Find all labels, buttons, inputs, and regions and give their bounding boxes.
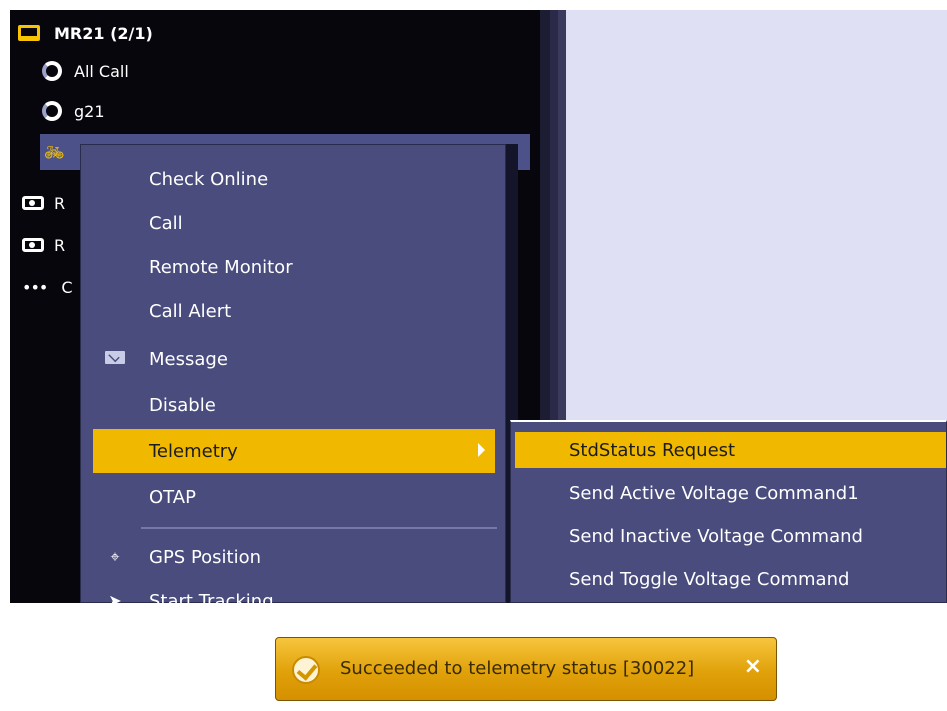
bicycle-icon: 🚲︎ xyxy=(44,142,65,162)
menu-item-label: Call xyxy=(149,212,183,234)
crosshair-icon: ⌖ xyxy=(110,547,120,566)
close-icon[interactable]: × xyxy=(744,654,762,679)
content-pane xyxy=(566,10,947,420)
menu-item-call[interactable]: Call xyxy=(81,201,505,245)
submenu-item-label: Send Active Voltage Command1 xyxy=(569,482,859,504)
menu-item-call-alert[interactable]: Call Alert xyxy=(81,289,505,333)
more-dots-icon: ••• xyxy=(22,277,48,297)
menu-item-otap[interactable]: OTAP xyxy=(81,475,505,519)
envelope-icon xyxy=(105,349,125,369)
talkgroup-icon xyxy=(42,101,62,121)
tree-device-mr21[interactable]: MR21 (2/1) xyxy=(18,18,153,48)
menu-item-start-tracking[interactable]: ➤ Start Tracking xyxy=(81,579,505,604)
submenu-item-send-inactive-voltage[interactable]: Send Inactive Voltage Command xyxy=(511,518,946,554)
context-menu: Check Online Call Remote Monitor Call Al… xyxy=(80,144,506,603)
tree-item-all-call[interactable]: All Call xyxy=(42,56,129,86)
tree-item-radio-1[interactable]: R xyxy=(22,188,65,218)
menu-item-label: Check Online xyxy=(149,168,269,190)
tree-device-label: MR21 (2/1) xyxy=(54,23,153,43)
menu-separator xyxy=(141,527,497,529)
tree-item-label: C xyxy=(61,277,73,297)
submenu-item-label: StdStatus Request xyxy=(569,439,736,461)
talkgroup-icon xyxy=(42,61,62,81)
radio-icon xyxy=(22,196,44,210)
laptop-icon xyxy=(18,25,40,41)
menu-item-gps-position[interactable]: ⌖ GPS Position xyxy=(81,535,505,579)
success-toast: Succeeded to telemetry status [30022] × xyxy=(275,637,777,701)
submenu-item-send-toggle-voltage[interactable]: Send Toggle Voltage Command xyxy=(511,561,946,597)
menu-item-check-online[interactable]: Check Online xyxy=(81,157,505,201)
arrow-icon: ➤ xyxy=(108,591,122,603)
menu-item-disable[interactable]: Disable xyxy=(81,383,505,427)
tree-item-radio-2[interactable]: R xyxy=(22,230,65,260)
menu-item-label: Call Alert xyxy=(149,300,232,322)
telemetry-submenu: StdStatus Request Send Active Voltage Co… xyxy=(510,420,947,603)
submenu-arrow-icon xyxy=(478,443,485,457)
menu-item-label: Message xyxy=(149,348,228,370)
tree-item-label: R xyxy=(54,193,66,213)
submenu-item-send-active-voltage[interactable]: Send Active Voltage Command1 xyxy=(511,475,946,511)
menu-item-label: Telemetry xyxy=(149,440,238,462)
radio-icon xyxy=(22,238,44,252)
menu-item-message[interactable]: Message xyxy=(81,337,505,381)
toast-message: Succeeded to telemetry status [30022] xyxy=(340,658,695,679)
tree-item-label: All Call xyxy=(74,61,129,81)
tree-item-more[interactable]: ••• C xyxy=(22,272,72,302)
tree-item-label: R xyxy=(54,235,66,255)
check-circle-icon xyxy=(292,656,320,684)
submenu-item-label: Send Inactive Voltage Command xyxy=(569,525,863,547)
menu-item-label: OTAP xyxy=(149,486,196,508)
submenu-item-stdstatus-request[interactable]: StdStatus Request xyxy=(515,432,946,468)
application-window: MR21 (2/1) All Call g21 🚲︎ R R ••• C Che… xyxy=(10,10,947,603)
tree-item-g21[interactable]: g21 xyxy=(42,96,105,126)
menu-item-telemetry[interactable]: Telemetry xyxy=(93,429,495,473)
menu-item-label: Disable xyxy=(149,394,216,416)
menu-item-label: Remote Monitor xyxy=(149,256,293,278)
menu-item-label: GPS Position xyxy=(149,546,262,568)
tree-item-label: g21 xyxy=(74,101,105,121)
submenu-item-label: Send Toggle Voltage Command xyxy=(569,568,850,590)
menu-item-remote-monitor[interactable]: Remote Monitor xyxy=(81,245,505,289)
menu-item-label: Start Tracking xyxy=(149,590,274,604)
